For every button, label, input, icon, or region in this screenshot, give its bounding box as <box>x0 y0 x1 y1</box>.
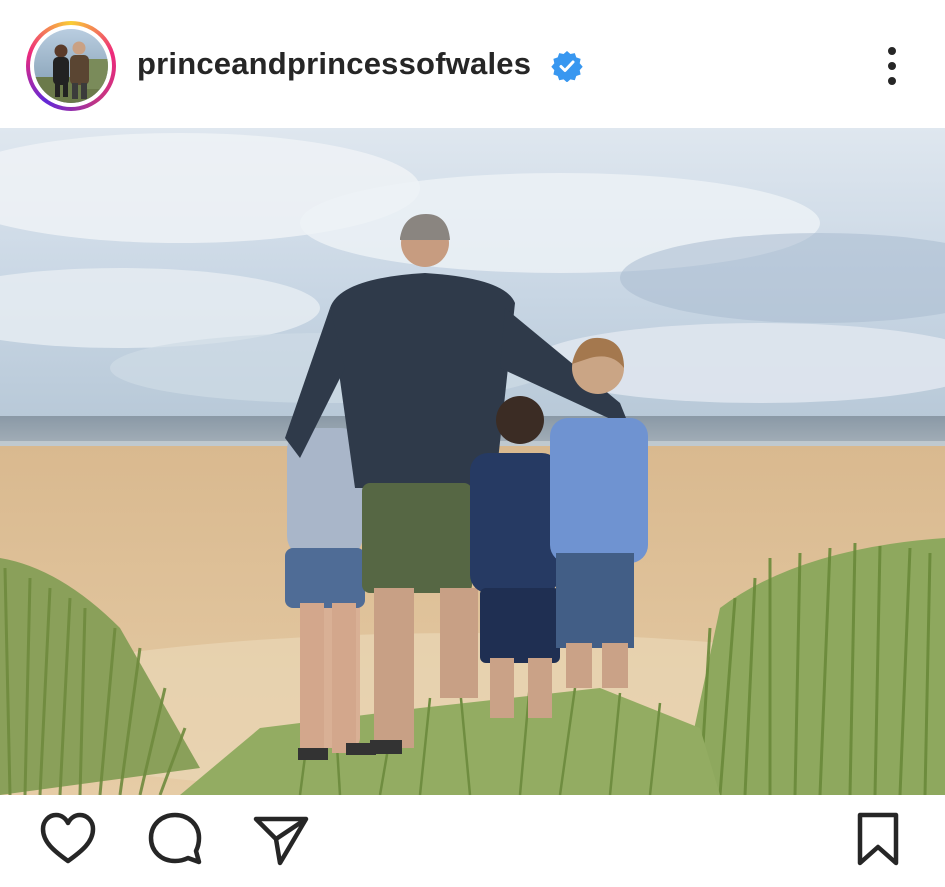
paper-plane-icon[interactable] <box>250 809 310 869</box>
post-actions-bar <box>0 795 945 887</box>
verified-badge-icon <box>551 51 583 82</box>
bookmark-icon[interactable] <box>848 809 908 869</box>
avatar[interactable] <box>34 29 108 103</box>
heart-icon[interactable] <box>38 809 98 869</box>
post-header: princeandprincessofwales <box>0 0 945 128</box>
photo-family-beach <box>0 128 945 795</box>
post-username[interactable]: princeandprincessofwales <box>137 46 531 82</box>
story-ring[interactable] <box>26 21 116 111</box>
post-photo[interactable] <box>0 128 945 795</box>
comment-bubble-icon[interactable] <box>145 809 205 869</box>
avatar-image <box>34 29 108 103</box>
more-vertical-icon[interactable] <box>872 44 912 88</box>
